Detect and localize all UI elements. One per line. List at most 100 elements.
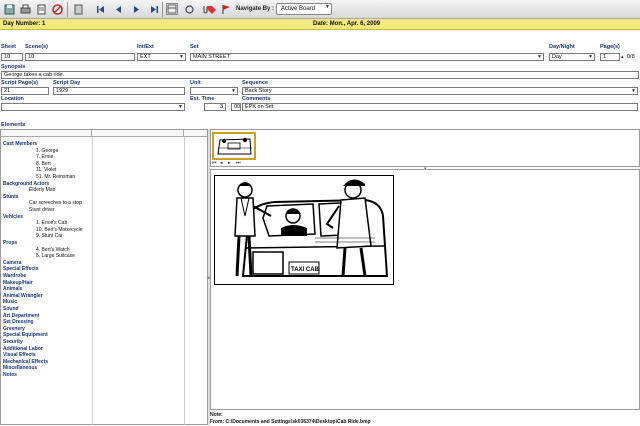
est-separator: : [228, 103, 230, 109]
element-category[interactable]: Special Effects [3, 266, 39, 272]
element-category[interactable]: Animals [3, 286, 22, 292]
element-category[interactable]: Background Actors [3, 181, 49, 187]
element-category[interactable]: Greenery [3, 326, 25, 332]
chevron-down-icon: ▼ [537, 54, 542, 60]
navigate-by-value: Active Board [281, 6, 316, 12]
element-item[interactable]: 1. Ernie's Cab [36, 220, 67, 226]
note-label: Note: [210, 412, 223, 418]
board-view-icon[interactable] [166, 3, 178, 15]
element-category[interactable]: Security [3, 339, 23, 345]
comments-label: Comments [242, 96, 271, 102]
element-category[interactable]: Props [3, 240, 17, 246]
element-category[interactable]: Mechanical Effects [3, 359, 48, 365]
elements-header [1, 130, 207, 137]
synopsis-label: Synopsis [1, 64, 26, 70]
element-item[interactable]: 1. George [36, 148, 58, 154]
element-category[interactable]: Special Equipment [3, 332, 48, 338]
element-item[interactable]: 10. Bert's Motorcycle [36, 227, 83, 233]
element-category[interactable]: Art Department [3, 313, 39, 319]
intext-select[interactable]: EXT ▼ [137, 53, 186, 61]
daynight-select[interactable]: Day ▼ [549, 53, 595, 61]
est-time-label: Est. Time [190, 96, 215, 102]
pages-field[interactable]: 1 [600, 53, 620, 61]
daynight-label: Day/Night [549, 44, 575, 50]
save-icon[interactable] [3, 3, 15, 15]
pages-label: Page(s) [600, 44, 620, 50]
intext-value: EXT [140, 54, 151, 60]
script-day-label: Script Day [53, 80, 81, 86]
element-category[interactable]: Animal Wrangler [3, 293, 43, 299]
element-item[interactable]: 9. Stunt Car [36, 233, 63, 239]
image-thumbnail[interactable] [212, 132, 256, 160]
last-icon[interactable] [148, 3, 160, 15]
set-select[interactable]: MAIN STREET ▼ [190, 53, 544, 61]
comments-field[interactable]: EPK on Set [242, 103, 638, 111]
element-category[interactable]: Music [3, 299, 17, 305]
pages-stepper-icon[interactable]: ▴ [621, 54, 624, 60]
location-select[interactable]: ▼ [1, 103, 185, 111]
element-category[interactable]: Visual Effects [3, 352, 36, 358]
element-category[interactable]: Stunts [3, 194, 19, 200]
element-category[interactable]: Vehicles [3, 214, 23, 220]
element-category[interactable]: Sound [3, 306, 19, 312]
prev-icon[interactable] [112, 3, 124, 15]
element-item[interactable]: 5. Large Suitcase [36, 253, 75, 259]
day-number: Day Number: 1 [3, 21, 46, 27]
set-label: Set [190, 44, 199, 50]
back-icon[interactable] [72, 3, 84, 15]
element-item[interactable]: 51. Mr. Reinsman [36, 174, 75, 180]
element-category[interactable]: Notes [3, 372, 17, 378]
sheet-label: Sheet [1, 44, 16, 50]
unit-label: Unit [190, 80, 201, 86]
chevron-down-icon: ▼ [178, 104, 183, 110]
thumb-first-icon[interactable]: ⏮ [212, 160, 217, 166]
first-icon[interactable] [94, 3, 106, 15]
element-item[interactable]: 8. Bert [36, 161, 51, 167]
unit-select[interactable]: ▼ [190, 87, 238, 95]
thumbnail-strip: ⏮ ◂ ▸ ⏭ [210, 129, 640, 167]
element-category[interactable]: Miscellaneous [3, 365, 37, 371]
pages-fraction: 0/8 [627, 54, 635, 60]
navigate-by-select[interactable]: Active Board ▼ [276, 3, 332, 15]
element-category[interactable]: Makeup/Hair [3, 280, 33, 286]
sheet-field[interactable]: 10 [1, 53, 23, 61]
chevron-down-icon: ▼ [325, 4, 330, 10]
refresh-icon[interactable] [183, 3, 195, 15]
day-date: Date: Mon., Apr. 6, 2009 [313, 21, 381, 27]
element-category[interactable]: Set Dressing [3, 319, 34, 325]
est-hours-field[interactable]: 3 [204, 103, 226, 111]
element-item[interactable]: Stunt driver [29, 207, 55, 213]
script-pages-field[interactable]: 21 [1, 87, 49, 95]
script-pages-label: Script Page(s) [1, 80, 38, 86]
cab-ride-illustration: TAXI CAB [214, 175, 394, 285]
report-icon[interactable] [35, 3, 47, 15]
element-category[interactable]: Additional Labor [3, 346, 43, 352]
thumb-prev-icon[interactable]: ◂ [220, 160, 223, 166]
taxi-sign: TAXI CAB [291, 267, 320, 273]
next-icon[interactable] [130, 3, 142, 15]
element-category[interactable]: Wardrobe [3, 273, 26, 279]
element-item[interactable]: 7. Ernie [36, 154, 53, 160]
image-preview-panel: TAXI CAB [210, 169, 640, 410]
element-category[interactable]: Camera [3, 260, 21, 266]
synopsis-field[interactable]: George takes a cab ride. [1, 71, 639, 79]
script-day-field[interactable]: 1929 [53, 87, 185, 95]
print-icon[interactable] [19, 3, 31, 15]
element-category[interactable]: Cast Members [3, 141, 37, 147]
no-icon[interactable] [51, 3, 63, 15]
element-item[interactable]: Elderly Man [29, 187, 55, 193]
toolbar: Navigate By : Active Board ▼ [0, 0, 640, 19]
sequence-select[interactable]: Back Story ▼ [242, 87, 638, 95]
element-item[interactable]: Car screeches to a stop [29, 200, 82, 206]
thumb-last-icon[interactable]: ⏭ [236, 160, 241, 166]
sequence-value: Back Story [245, 88, 272, 94]
chevron-down-icon: ▼ [231, 88, 236, 94]
tag-icon[interactable] [205, 3, 217, 15]
scenes-field[interactable]: 10 [25, 53, 135, 61]
est-minutes-field[interactable]: 00 [231, 103, 241, 111]
intext-label: Int/Ext [137, 44, 154, 50]
thumb-next-icon[interactable]: ▸ [228, 160, 231, 166]
element-item[interactable]: 4. Bert's Watch [36, 247, 70, 253]
element-item[interactable]: 11. Violet [36, 167, 56, 173]
flag-icon[interactable] [220, 3, 232, 15]
